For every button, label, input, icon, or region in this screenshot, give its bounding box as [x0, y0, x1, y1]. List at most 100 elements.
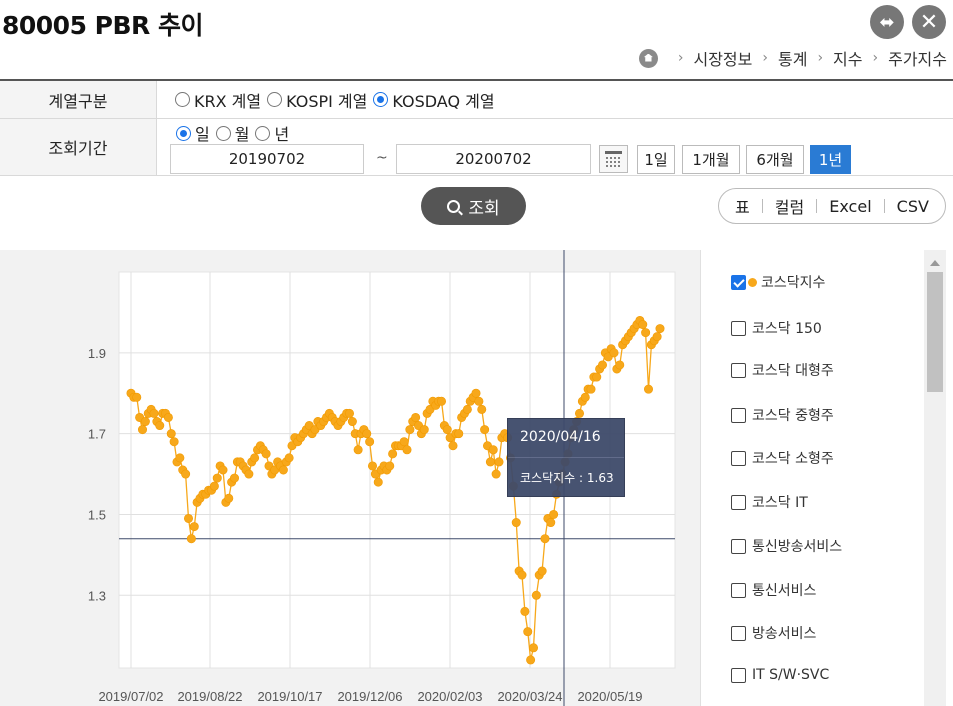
checkbox-icon[interactable] — [731, 538, 746, 554]
close-button[interactable]: ✕ — [912, 5, 946, 39]
radio-krx[interactable]: KRX 계열 — [175, 88, 261, 112]
data-point — [641, 328, 651, 338]
calendar-icon[interactable] — [599, 145, 628, 173]
legend-item[interactable]: 코스닥 150 — [731, 318, 822, 338]
data-point — [138, 425, 148, 435]
close-icon: ✕ — [919, 9, 939, 35]
data-point — [166, 429, 176, 439]
checkbox-icon[interactable] — [731, 667, 746, 683]
data-point — [365, 437, 375, 447]
radio-kospi[interactable]: KOSPI 계열 — [267, 88, 367, 112]
period-1month-button[interactable]: 1개월 — [682, 145, 740, 174]
legend-item[interactable]: 통신서비스 — [731, 580, 816, 600]
data-point — [488, 445, 498, 455]
chevron-right-icon: › — [817, 50, 824, 66]
radio-icon — [175, 92, 190, 107]
breadcrumb-item[interactable]: 지수 — [833, 46, 862, 70]
radio-icon — [215, 125, 231, 141]
data-point — [491, 469, 501, 479]
y-tick-label: 1.7 — [88, 427, 106, 442]
legend-item[interactable]: 코스닥 대형주 — [731, 360, 834, 380]
scroll-thumb[interactable] — [927, 272, 943, 392]
x-tick-label: 2019/12/06 — [337, 689, 402, 704]
checkbox-icon[interactable] — [731, 582, 746, 598]
data-point — [592, 372, 602, 382]
radio-kosdaq[interactable]: KOSDAQ 계열 — [373, 88, 495, 112]
search-button[interactable]: 조회 — [421, 187, 526, 225]
radio-day[interactable]: 일 — [176, 121, 210, 145]
tooltip-value: 코스닥지수 : 1.63 — [520, 471, 614, 485]
pbr-chart[interactable]: 1.3 1.5 1.7 1.9 2019/07/02 2019/08/22 2019/10/… — [0, 250, 700, 706]
data-point — [580, 392, 590, 402]
data-point — [405, 425, 415, 435]
legend-item[interactable]: 코스닥지수 — [731, 272, 825, 292]
data-point — [454, 429, 464, 439]
data-point — [531, 590, 541, 600]
breadcrumb: › 시장정보 › 통계 › 지수 › 주가지수 — [638, 46, 947, 70]
tab-table[interactable]: 표 — [735, 194, 750, 218]
data-point — [189, 522, 199, 532]
data-point — [388, 449, 398, 459]
tab-column[interactable]: 컬럼 — [775, 194, 804, 218]
data-point — [448, 441, 458, 451]
data-point — [436, 396, 446, 406]
period-1year-button[interactable]: 1년 — [810, 145, 851, 174]
legend-scrollbar[interactable] — [924, 250, 946, 706]
radio-label: 일 — [195, 125, 210, 144]
checkbox-icon[interactable] — [731, 362, 746, 378]
home-icon[interactable] — [638, 48, 658, 68]
data-point — [419, 425, 429, 435]
legend-item[interactable]: 코스닥 IT — [731, 492, 808, 512]
search-button-label: 조회 — [468, 198, 500, 219]
period-6month-button[interactable]: 6개월 — [746, 145, 804, 174]
data-point — [212, 473, 222, 483]
radio-label: KOSPI 계열 — [286, 91, 368, 111]
legend-label: 코스닥 중형주 — [752, 408, 834, 424]
tab-excel[interactable]: Excel — [829, 197, 871, 216]
end-date-input[interactable]: 20200702 — [396, 144, 591, 174]
breadcrumb-item[interactable]: 주가지수 — [888, 46, 947, 70]
period-1day-button[interactable]: 1일 — [637, 145, 675, 174]
legend-item[interactable]: 방송서비스 — [731, 623, 816, 643]
tab-csv[interactable]: CSV — [897, 197, 929, 216]
data-point — [494, 457, 504, 467]
start-date-input[interactable]: 20190702 — [170, 144, 364, 174]
data-point — [517, 570, 527, 580]
data-point — [586, 384, 596, 394]
legend-label: IT S/W·SVC — [752, 667, 830, 683]
radio-label: KOSDAQ 계열 — [392, 91, 495, 111]
radio-icon — [255, 125, 271, 141]
scroll-up-icon[interactable] — [930, 260, 940, 266]
checkbox-icon[interactable] — [731, 494, 746, 510]
data-point — [574, 408, 584, 418]
checkbox-icon[interactable] — [731, 450, 746, 466]
legend-item[interactable]: IT S/W·SVC — [731, 667, 829, 683]
chevron-right-icon: › — [762, 50, 768, 66]
data-point — [471, 388, 481, 398]
breadcrumb-item[interactable]: 통계 — [778, 46, 807, 70]
chevron-right-icon: › — [677, 50, 684, 66]
expand-button[interactable]: ⬌ — [870, 5, 904, 39]
x-tick-label: 2020/03/24 — [497, 689, 562, 704]
legend-label: 코스닥지수 — [761, 275, 826, 291]
breadcrumb-item[interactable]: 시장정보 — [693, 46, 752, 70]
chevron-right-icon: › — [872, 50, 879, 66]
legend-label: 통신서비스 — [752, 583, 817, 599]
checkbox-checked-icon[interactable] — [731, 274, 746, 290]
data-point — [399, 437, 409, 447]
legend-item[interactable]: 코스닥 중형주 — [731, 405, 834, 425]
checkbox-icon[interactable] — [731, 407, 746, 423]
radio-year[interactable]: 년 — [255, 121, 289, 145]
checkbox-icon[interactable] — [731, 320, 746, 336]
legend-item[interactable]: 통신방송서비스 — [731, 536, 842, 556]
data-point — [163, 412, 173, 422]
data-point — [344, 408, 354, 418]
radio-month[interactable]: 월 — [215, 121, 249, 145]
series-label: 계열구분 — [0, 81, 157, 118]
period-label: 조회기간 — [0, 119, 157, 175]
legend-item[interactable]: 코스닥 소형주 — [731, 448, 834, 468]
data-point — [402, 445, 412, 455]
data-point — [347, 417, 357, 427]
checkbox-icon[interactable] — [731, 625, 746, 641]
legend-label: 코스닥 IT — [752, 495, 808, 511]
